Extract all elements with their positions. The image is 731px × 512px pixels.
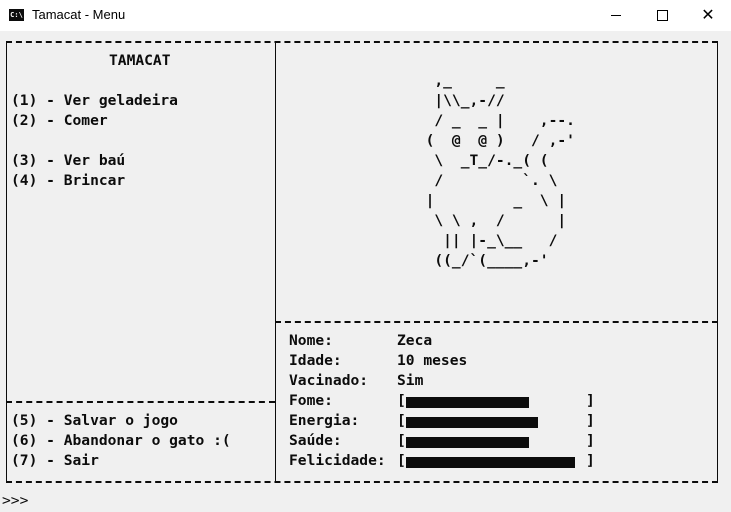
- menu-item-salvar: (5) - Salvar o jogo: [11, 412, 178, 429]
- stat-vacinado-label: Vacinado:: [289, 372, 369, 389]
- stat-felicidade-label: Felicidade:: [289, 452, 386, 469]
- bar-close-bracket: ]: [586, 412, 595, 429]
- maximize-button[interactable]: [639, 0, 685, 31]
- stat-nome-label: Nome:: [289, 332, 333, 349]
- bar-open-bracket: [: [397, 432, 406, 449]
- menu-item-ver-bau: (3) - Ver baú: [11, 152, 126, 169]
- bar-close-bracket: ]: [586, 452, 595, 469]
- cat-ascii-art: ,_ _ |\\_,-// / _ _ | ,--. ( @ @ ) / ,-'…: [425, 72, 575, 269]
- saude-bar: [406, 437, 529, 448]
- frame-divider: [275, 41, 276, 481]
- minimize-icon: [611, 15, 621, 16]
- menu-item-abandonar: (6) - Abandonar o gato :(: [11, 432, 231, 449]
- felicidade-bar: [406, 457, 575, 468]
- menu-item-sair: (7) - Sair: [11, 452, 99, 469]
- fome-bar: [406, 397, 529, 408]
- bar-open-bracket: [: [397, 392, 406, 409]
- bar-close-bracket: ]: [586, 392, 595, 409]
- energia-bar: [406, 417, 538, 428]
- frame-bottom-border: [6, 481, 718, 483]
- menu-item-comer: (2) - Comer: [11, 112, 108, 129]
- minimize-button[interactable]: [593, 0, 639, 31]
- menu-item-brincar: (4) - Brincar: [11, 172, 126, 189]
- bar-close-bracket: ]: [586, 432, 595, 449]
- stat-idade-value: 10 meses: [397, 352, 468, 369]
- menu-heading: TAMACAT: [109, 52, 171, 69]
- window-title: Tamacat - Menu: [32, 7, 126, 22]
- stat-vacinado-value: Sim: [397, 372, 424, 389]
- frame-left-border: [6, 41, 7, 481]
- stats-separator: [275, 321, 718, 323]
- console-output[interactable]: TAMACAT (1) - Ver geladeira (2) - Comer …: [0, 31, 731, 512]
- stat-idade-label: Idade:: [289, 352, 342, 369]
- title-bar: C:\ Tamacat - Menu ✕: [0, 0, 731, 31]
- menu-separator: [6, 401, 275, 403]
- frame-right-border: [717, 41, 718, 481]
- stat-nome-value: Zeca: [397, 332, 433, 349]
- command-prompt[interactable]: >>>: [2, 491, 28, 511]
- stat-fome-label: Fome:: [289, 392, 333, 409]
- bar-open-bracket: [: [397, 412, 406, 429]
- close-button[interactable]: ✕: [685, 0, 731, 31]
- stat-energia-label: Energia:: [289, 412, 360, 429]
- stat-saude-label: Saúde:: [289, 432, 342, 449]
- frame-top-border: [6, 41, 718, 43]
- bar-open-bracket: [: [397, 452, 406, 469]
- maximize-icon: [656, 10, 668, 21]
- console-icon: C:\: [9, 9, 24, 21]
- close-icon: ✕: [701, 5, 715, 24]
- menu-item-ver-geladeira: (1) - Ver geladeira: [11, 92, 178, 109]
